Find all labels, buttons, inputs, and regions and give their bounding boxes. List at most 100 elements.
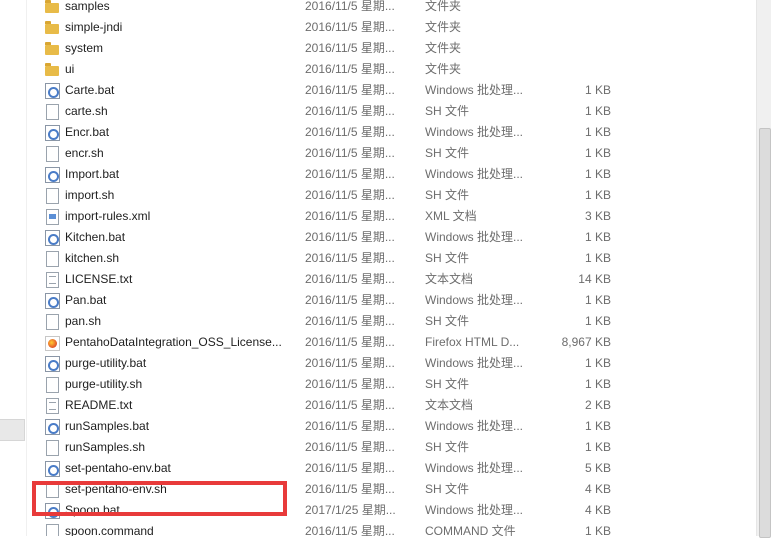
file-size: 1 KB xyxy=(584,293,611,307)
file-type: Windows 批处理... xyxy=(425,461,524,475)
file-name: Carte.bat xyxy=(65,83,115,97)
file-row[interactable]: spoon.command 2016/11/5 星期... COMMAND 文件 1 … xyxy=(26,521,756,536)
file-row[interactable]: import.sh 2016/11/5 星期... SH 文件 1 KB xyxy=(26,185,756,206)
file-date-modified: 2016/11/5 星期... xyxy=(305,419,395,433)
file-row[interactable]: runSamples.bat 2016/11/5 星期... Windows 批处理… xyxy=(26,416,756,437)
file-row[interactable]: purge-utility.bat 2016/11/5 星期... Windows … xyxy=(26,353,756,374)
batch-file-icon xyxy=(44,419,60,435)
document-icon xyxy=(44,188,60,204)
file-name: carte.sh xyxy=(65,104,108,118)
file-size: 1 KB xyxy=(584,419,611,433)
file-size: 1 KB xyxy=(584,440,611,454)
file-row[interactable]: set-pentaho-env.bat 2016/11/5 星期... Window… xyxy=(26,458,756,479)
file-row[interactable]: pan.sh 2016/11/5 星期... SH 文件 1 KB xyxy=(26,311,756,332)
file-type: SH 文件 xyxy=(425,251,470,265)
file-name: purge-utility.sh xyxy=(65,377,143,391)
file-type: SH 文件 xyxy=(425,104,470,118)
file-date-modified: 2016/11/5 星期... xyxy=(305,167,395,181)
file-name: README.txt xyxy=(65,398,133,412)
file-type: Windows 批处理... xyxy=(425,83,524,97)
file-date-modified: 2016/11/5 星期... xyxy=(305,335,395,349)
file-row[interactable]: ui 2016/11/5 星期... 文件夹 xyxy=(26,59,756,80)
file-date-modified: 2016/11/5 星期... xyxy=(305,461,395,475)
batch-file-icon xyxy=(44,83,60,99)
file-date-modified: 2016/11/5 星期... xyxy=(305,356,395,370)
annotation-highlight-box xyxy=(32,481,287,516)
file-type: SH 文件 xyxy=(425,188,470,202)
file-size: 3 KB xyxy=(584,209,611,223)
file-name: simple-jndi xyxy=(65,20,123,34)
file-row[interactable]: import-rules.xml 2016/11/5 星期... XML 文档 3 K… xyxy=(26,206,756,227)
file-type: SH 文件 xyxy=(425,146,470,160)
file-name: Kitchen.bat xyxy=(65,230,126,244)
batch-file-icon xyxy=(44,167,60,183)
file-type: SH 文件 xyxy=(425,377,470,391)
file-size: 2 KB xyxy=(584,398,611,412)
file-type: Windows 批处理... xyxy=(425,293,524,307)
file-date-modified: 2016/11/5 星期... xyxy=(305,293,395,307)
file-row[interactable]: system 2016/11/5 星期... 文件夹 xyxy=(26,38,756,59)
file-name: samples xyxy=(65,0,110,13)
file-size: 1 KB xyxy=(584,104,611,118)
file-row[interactable]: purge-utility.sh 2016/11/5 星期... SH 文件 1 KB xyxy=(26,374,756,395)
file-date-modified: 2016/11/5 星期... xyxy=(305,440,395,454)
file-row[interactable]: Pan.bat 2016/11/5 星期... Windows 批处理... 1 KB xyxy=(26,290,756,311)
document-icon xyxy=(44,314,60,330)
file-type: 文件夹 xyxy=(425,20,462,34)
file-row[interactable]: simple-jndi 2016/11/5 星期... 文件夹 xyxy=(26,17,756,38)
file-name: pan.sh xyxy=(65,314,102,328)
file-type: SH 文件 xyxy=(425,482,470,496)
file-row[interactable]: carte.sh 2016/11/5 星期... SH 文件 1 KB xyxy=(26,101,756,122)
file-type: Windows 批处理... xyxy=(425,230,524,244)
scrollbar-thumb[interactable] xyxy=(759,128,771,538)
file-date-modified: 2017/1/25 星期... xyxy=(305,503,396,517)
document-icon xyxy=(44,104,60,120)
file-type: Windows 批处理... xyxy=(425,167,524,181)
file-row[interactable]: samples 2016/11/5 星期... 文件夹 xyxy=(26,0,756,17)
batch-file-icon xyxy=(44,461,60,477)
file-row[interactable]: README.txt 2016/11/5 星期... 文本文档 2 KB xyxy=(26,395,756,416)
file-date-modified: 2016/11/5 星期... xyxy=(305,377,395,391)
file-row[interactable]: LICENSE.txt 2016/11/5 星期... 文本文档 14 KB xyxy=(26,269,756,290)
file-date-modified: 2016/11/5 星期... xyxy=(305,104,395,118)
file-date-modified: 2016/11/5 星期... xyxy=(305,314,395,328)
file-row[interactable]: kitchen.sh 2016/11/5 星期... SH 文件 1 KB xyxy=(26,248,756,269)
file-row[interactable]: Import.bat 2016/11/5 星期... Windows 批处理... 1… xyxy=(26,164,756,185)
file-size: 1 KB xyxy=(584,167,611,181)
file-type: XML 文档 xyxy=(425,209,477,223)
text-file-icon xyxy=(44,272,60,288)
file-date-modified: 2016/11/5 星期... xyxy=(305,62,395,76)
file-name: runSamples.sh xyxy=(65,440,146,454)
folder-icon xyxy=(44,41,60,56)
batch-file-icon xyxy=(44,293,60,309)
file-size: 1 KB xyxy=(584,377,611,391)
file-size: 1 KB xyxy=(584,146,611,160)
firefox-html-icon xyxy=(44,335,60,351)
file-row[interactable]: Carte.bat 2016/11/5 星期... Windows 批处理... 1 … xyxy=(26,80,756,101)
navigation-selected-item[interactable] xyxy=(0,419,25,441)
file-date-modified: 2016/11/5 星期... xyxy=(305,0,395,13)
file-name: Pan.bat xyxy=(65,293,107,307)
file-date-modified: 2016/11/5 星期... xyxy=(305,20,395,34)
text-file-icon xyxy=(44,398,60,414)
file-type: 文件夹 xyxy=(425,41,462,55)
file-size: 1 KB xyxy=(584,524,611,536)
file-row[interactable]: runSamples.sh 2016/11/5 星期... SH 文件 1 KB xyxy=(26,437,756,458)
file-type: COMMAND 文件 xyxy=(425,524,516,536)
file-row[interactable]: PentahoDataIntegration_OSS_License... 201… xyxy=(26,332,756,353)
file-name: purge-utility.bat xyxy=(65,356,147,370)
folder-icon xyxy=(44,20,60,35)
file-type: SH 文件 xyxy=(425,314,470,328)
file-row[interactable]: encr.sh 2016/11/5 星期... SH 文件 1 KB xyxy=(26,143,756,164)
file-size: 1 KB xyxy=(584,251,611,265)
file-row[interactable]: Kitchen.bat 2016/11/5 星期... Windows 批处理...… xyxy=(26,227,756,248)
file-size: 14 KB xyxy=(578,272,611,286)
file-date-modified: 2016/11/5 星期... xyxy=(305,230,395,244)
vertical-scrollbar[interactable] xyxy=(756,0,771,538)
file-name: import.sh xyxy=(65,188,115,202)
file-name: runSamples.bat xyxy=(65,419,150,433)
file-date-modified: 2016/11/5 星期... xyxy=(305,83,395,97)
file-row[interactable]: Encr.bat 2016/11/5 星期... Windows 批处理... 1 K… xyxy=(26,122,756,143)
document-icon xyxy=(44,377,60,393)
file-type: Firefox HTML D... xyxy=(425,335,520,349)
